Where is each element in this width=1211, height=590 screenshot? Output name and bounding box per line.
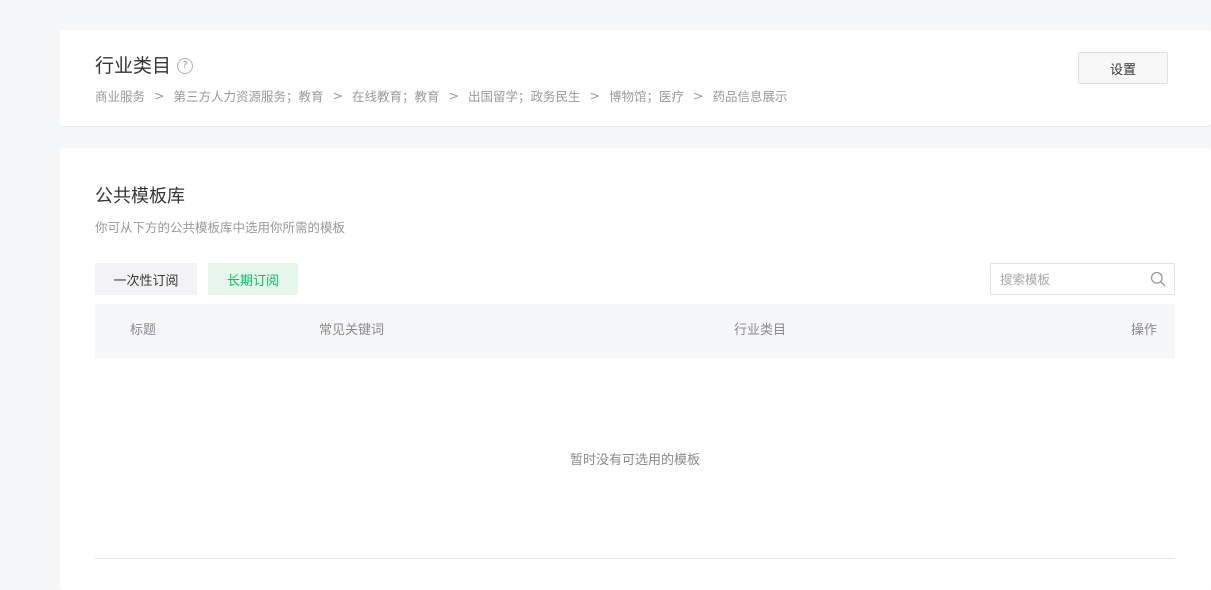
path-separator: > xyxy=(448,88,459,103)
column-header-action: 操作 xyxy=(1130,323,1157,338)
tab-long-term-subscription[interactable]: 长期订阅 xyxy=(208,263,298,295)
path-separator: > xyxy=(693,88,704,103)
table-bottom-divider xyxy=(95,558,1175,559)
industry-path-item: 博物馆；医疗 xyxy=(609,89,685,104)
industry-path-item: 出国留学；政务民生 xyxy=(468,89,581,104)
template-library-card: 公共模板库 你可从下方的公共模板库中选用你所需的模板 一次性订阅 长期订阅 标题… xyxy=(60,148,1211,590)
industry-title-row: 行业类目 ? xyxy=(95,54,194,78)
column-header-keywords: 常见关键词 xyxy=(319,323,385,338)
empty-state-text: 暂时没有可选用的模板 xyxy=(569,453,700,468)
search-input[interactable] xyxy=(991,264,1141,294)
table-header: 标题 常见关键词 行业类目 操作 xyxy=(95,304,1175,358)
industry-card: 行业类目 ? 商业服务 > 第三方人力资源服务；教育 > 在线教育；教育 > 出… xyxy=(60,30,1211,126)
industry-path-item: 第三方人力资源服务；教育 xyxy=(173,89,324,104)
industry-path-item: 药品信息展示 xyxy=(712,89,788,104)
path-separator: > xyxy=(332,88,343,103)
settings-button[interactable]: 设置 xyxy=(1078,52,1168,84)
industry-title: 行业类目 xyxy=(95,55,172,77)
library-title: 公共模板库 xyxy=(95,186,185,207)
search-icon[interactable] xyxy=(1150,271,1166,287)
industry-path-item: 商业服务 xyxy=(95,89,146,104)
column-header-title: 标题 xyxy=(130,323,157,338)
column-header-industry: 行业类目 xyxy=(734,323,787,338)
industry-path: 商业服务 > 第三方人力资源服务；教育 > 在线教育；教育 > 出国留学；政务民… xyxy=(95,86,788,105)
library-description: 你可从下方的公共模板库中选用你所需的模板 xyxy=(95,220,346,235)
search-box xyxy=(990,263,1175,295)
tab-one-time-subscription[interactable]: 一次性订阅 xyxy=(95,263,197,295)
question-circle-icon[interactable]: ? xyxy=(177,58,194,74)
path-separator: > xyxy=(154,88,165,103)
path-separator: > xyxy=(589,88,600,103)
industry-path-item: 在线教育；教育 xyxy=(352,89,440,104)
